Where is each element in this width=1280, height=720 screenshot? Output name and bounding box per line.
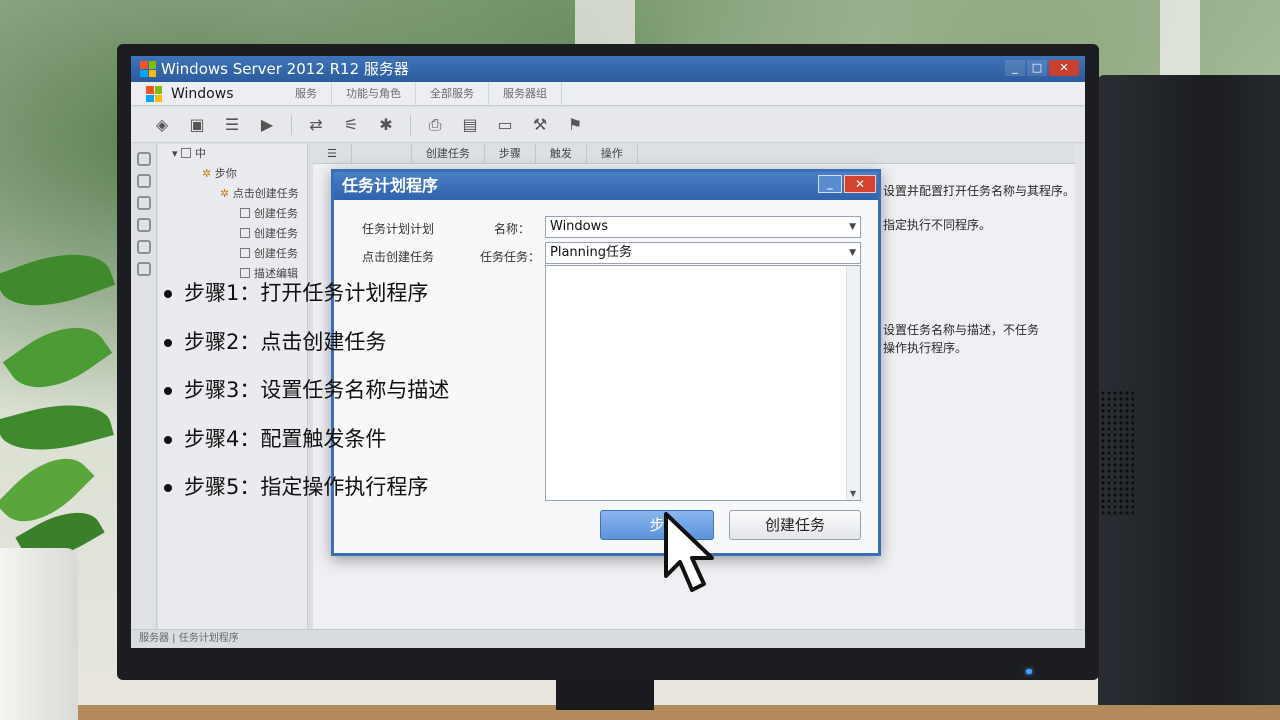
server-icon[interactable]: ▣ bbox=[186, 115, 208, 134]
column-header[interactable]: 操作 bbox=[587, 143, 638, 164]
step-item: 步骤1：打开任务计划程序 bbox=[162, 276, 449, 325]
create-task-button[interactable]: 创建任务 bbox=[729, 510, 861, 540]
column-header[interactable]: 步骤 bbox=[485, 143, 536, 164]
pc-tower-vent bbox=[1100, 390, 1134, 515]
step-item: 步骤2：点击创建任务 bbox=[162, 325, 449, 374]
print-icon[interactable]: ⎙ bbox=[424, 115, 446, 135]
menu-item[interactable]: 全部服务 bbox=[416, 82, 489, 105]
dialog-minimize-button[interactable]: _ bbox=[818, 175, 842, 193]
content-header: ☰ 创建任务 步骤 触发 操作 bbox=[313, 143, 1079, 164]
settings-icon[interactable]: ✱ bbox=[375, 115, 397, 134]
window-title: Windows Server 2012 R12 服务器 bbox=[161, 60, 409, 78]
task-list[interactable]: ▼ bbox=[545, 265, 861, 501]
chevron-down-icon[interactable]: ▼ bbox=[849, 217, 856, 237]
checkbox-icon[interactable] bbox=[240, 248, 250, 258]
toolbar-separator bbox=[410, 114, 411, 135]
menu-item[interactable]: 服务器组 bbox=[489, 82, 562, 105]
vertical-scrollbar[interactable] bbox=[1075, 144, 1085, 629]
dialog-section-label: 任务计划计划 bbox=[362, 222, 435, 236]
windows-logo-icon bbox=[146, 86, 162, 102]
minimize-button[interactable]: _ bbox=[1005, 60, 1025, 76]
name-label: 名称： bbox=[494, 222, 531, 236]
window-frame bbox=[575, 0, 635, 48]
tree-item[interactable]: ✲ 点击创建任务 bbox=[158, 184, 307, 204]
step-item: 步骤5：指定操作执行程序 bbox=[162, 470, 449, 519]
list-scrollbar[interactable]: ▼ bbox=[846, 266, 860, 500]
tools-icon[interactable] bbox=[136, 262, 151, 276]
description-text: 指定执行不同程序。 bbox=[883, 218, 992, 232]
toolbar-separator bbox=[291, 114, 292, 135]
chevron-down-icon[interactable]: ▼ bbox=[849, 243, 856, 263]
menu-item[interactable]: 服务 bbox=[281, 82, 332, 105]
column-header[interactable]: 触发 bbox=[536, 143, 587, 164]
monitor-stand bbox=[556, 680, 654, 710]
dialog-titlebar[interactable]: 任务计划程序 _ ✕ bbox=[334, 172, 878, 200]
checkbox-icon[interactable] bbox=[240, 208, 250, 218]
dialog-title: 任务计划程序 bbox=[342, 176, 439, 195]
maximize-button[interactable]: □ bbox=[1027, 60, 1047, 76]
window-frame bbox=[1160, 0, 1200, 80]
list-icon[interactable]: ☰ bbox=[221, 115, 243, 134]
storage-icon[interactable] bbox=[136, 218, 151, 232]
dialog-close-button[interactable]: ✕ bbox=[844, 175, 876, 193]
task-select[interactable]: Planning任务 ▼ bbox=[545, 242, 861, 264]
column-header[interactable]: 创建任务 bbox=[412, 143, 485, 164]
step-item: 步骤3：设置任务名称与描述 bbox=[162, 373, 449, 422]
power-led-icon bbox=[1026, 669, 1032, 674]
back-icon[interactable]: ◈ bbox=[151, 115, 173, 134]
tools-icon[interactable]: ⚒ bbox=[529, 115, 551, 134]
menu-item[interactable]: 功能与角色 bbox=[332, 82, 416, 105]
connect-icon[interactable]: ⇄ bbox=[305, 115, 327, 134]
tree-item[interactable]: ✲ 步你 bbox=[158, 164, 307, 184]
dialog-section-label: 点击创建任务 bbox=[362, 250, 435, 264]
monitor-icon[interactable] bbox=[136, 240, 151, 254]
folder-icon[interactable] bbox=[136, 196, 151, 210]
steps-overlay: 步骤1：打开任务计划程序 步骤2：点击创建任务 步骤3：设置任务名称与描述 步骤… bbox=[162, 276, 449, 519]
menu-app-label[interactable]: Windows Server bbox=[131, 82, 281, 126]
server-icon[interactable] bbox=[136, 174, 151, 188]
status-bar: 服务器 | 任务计划程序 bbox=[131, 629, 1085, 648]
column-header[interactable]: ☰ bbox=[313, 143, 352, 164]
scroll-down-icon[interactable]: ▼ bbox=[850, 489, 856, 498]
dashboard-icon[interactable] bbox=[136, 152, 151, 166]
task-label: 任务任务： bbox=[480, 250, 541, 264]
collapse-icon: ▾ bbox=[172, 147, 182, 160]
play-icon[interactable]: ▶ bbox=[256, 115, 278, 134]
description-text: 设置并配置打开任务名称与其程序。 bbox=[883, 184, 1076, 198]
tree-item[interactable]: 创建任务 bbox=[158, 204, 307, 224]
gear-icon: ✲ bbox=[202, 167, 215, 180]
menu-bar: Windows Server 服务 功能与角色 全部服务 服务器组 bbox=[131, 82, 1085, 126]
toolbar: ◈ ▣ ☰ ▶ ⇄ ⚟ ✱ ⎙ ▤ ▭ ⚒ ⚑ bbox=[131, 107, 1085, 143]
plant-pot bbox=[0, 548, 78, 720]
description-text: 设置任务名称与描述，不任务 bbox=[883, 323, 1040, 337]
close-button[interactable]: ✕ bbox=[1049, 60, 1079, 76]
name-input[interactable]: Windows ▼ bbox=[545, 216, 861, 238]
left-icon-strip bbox=[131, 144, 157, 629]
tree-item[interactable]: ▾ 中 bbox=[158, 144, 307, 164]
monitor-icon[interactable]: ▭ bbox=[494, 115, 516, 134]
column-header bbox=[352, 143, 412, 164]
doc-icon[interactable]: ▤ bbox=[459, 115, 481, 134]
config-icon[interactable]: ⚟ bbox=[340, 115, 362, 134]
flag-icon[interactable]: ⚑ bbox=[564, 115, 586, 134]
tree-item[interactable]: 创建任务 bbox=[158, 224, 307, 244]
box-icon bbox=[181, 148, 192, 158]
step-item: 步骤4：配置触发条件 bbox=[162, 422, 449, 471]
checkbox-icon[interactable] bbox=[240, 228, 250, 238]
window-titlebar[interactable]: Windows Server 2012 R12 服务器 _ □ ✕ bbox=[131, 56, 1085, 82]
mouse-pointer-icon bbox=[664, 512, 714, 592]
gear-icon: ✲ bbox=[220, 187, 233, 200]
tree-item[interactable]: 创建任务 bbox=[158, 244, 307, 264]
description-text: 操作执行程序。 bbox=[883, 341, 968, 355]
windows-logo-icon bbox=[140, 61, 156, 77]
